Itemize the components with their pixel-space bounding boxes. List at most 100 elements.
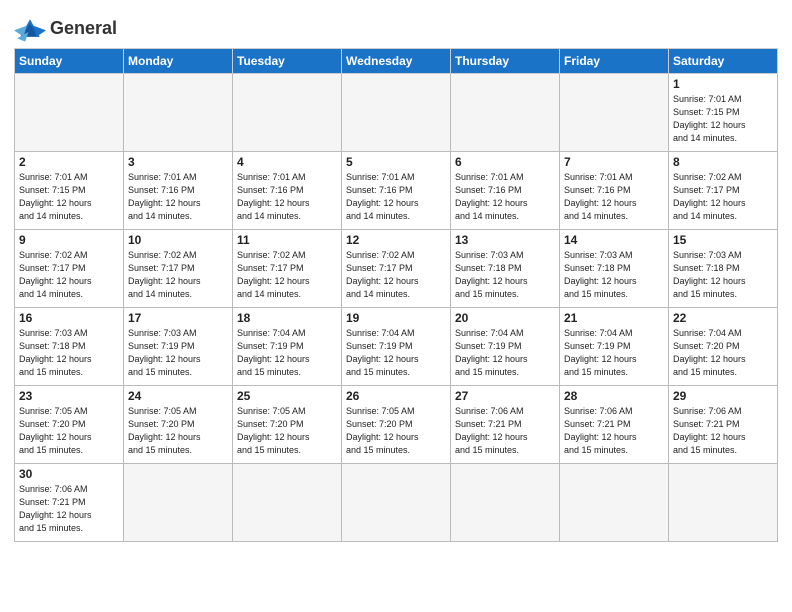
calendar-cell	[451, 464, 560, 542]
calendar-cell	[560, 464, 669, 542]
day-info: Sunrise: 7:06 AM Sunset: 7:21 PM Dayligh…	[564, 405, 664, 457]
day-info: Sunrise: 7:03 AM Sunset: 7:18 PM Dayligh…	[564, 249, 664, 301]
weekday-header-wednesday: Wednesday	[342, 49, 451, 74]
calendar-cell: 4Sunrise: 7:01 AM Sunset: 7:16 PM Daylig…	[233, 152, 342, 230]
calendar-cell	[560, 74, 669, 152]
calendar-cell: 23 Sunrise: 7:05 AM Sunset: 7:20 PM Dayli…	[15, 386, 124, 464]
calendar-cell: 1 Sunrise: 7:01 AM Sunset: 7:15 PM Daylig…	[669, 74, 778, 152]
week-row-6: 30 Sunrise: 7:06 AM Sunset: 7:21 PM Dayli…	[15, 464, 778, 542]
day-number: 30	[19, 467, 119, 481]
day-info: Sunrise: 7:05 AM Sunset: 7:20 PM Dayligh…	[19, 405, 119, 457]
weekday-header-sunday: Sunday	[15, 49, 124, 74]
day-info: Sunrise: 7:05 AM Sunset: 7:20 PM Dayligh…	[237, 405, 337, 457]
calendar-cell	[233, 74, 342, 152]
day-info: Sunrise: 7:01 AM Sunset: 7:16 PM Dayligh…	[237, 171, 337, 223]
day-number: 19	[346, 311, 446, 325]
day-number: 2	[19, 155, 119, 169]
day-number: 28	[564, 389, 664, 403]
day-number: 3	[128, 155, 228, 169]
calendar-cell: 5Sunrise: 7:01 AM Sunset: 7:16 PM Daylig…	[342, 152, 451, 230]
day-info: Sunrise: 7:01 AM Sunset: 7:16 PM Dayligh…	[564, 171, 664, 223]
calendar-cell: 13Sunrise: 7:03 AM Sunset: 7:18 PM Dayli…	[451, 230, 560, 308]
day-info: Sunrise: 7:06 AM Sunset: 7:21 PM Dayligh…	[673, 405, 773, 457]
calendar-cell	[669, 464, 778, 542]
calendar-cell: 12 Sunrise: 7:02 AM Sunset: 7:17 PM Dayli…	[342, 230, 451, 308]
week-row-1: 1 Sunrise: 7:01 AM Sunset: 7:15 PM Daylig…	[15, 74, 778, 152]
calendar-cell: 22 Sunrise: 7:04 AM Sunset: 7:20 PM Dayli…	[669, 308, 778, 386]
day-info: Sunrise: 7:01 AM Sunset: 7:16 PM Dayligh…	[455, 171, 555, 223]
day-info: Sunrise: 7:03 AM Sunset: 7:18 PM Dayligh…	[673, 249, 773, 301]
day-number: 8	[673, 155, 773, 169]
day-info: Sunrise: 7:03 AM Sunset: 7:18 PM Dayligh…	[19, 327, 119, 379]
day-info: Sunrise: 7:04 AM Sunset: 7:19 PM Dayligh…	[564, 327, 664, 379]
day-info: Sunrise: 7:02 AM Sunset: 7:17 PM Dayligh…	[346, 249, 446, 301]
day-number: 26	[346, 389, 446, 403]
day-number: 11	[237, 233, 337, 247]
weekday-header-saturday: Saturday	[669, 49, 778, 74]
day-number: 21	[564, 311, 664, 325]
day-info: Sunrise: 7:02 AM Sunset: 7:17 PM Dayligh…	[128, 249, 228, 301]
day-info: Sunrise: 7:02 AM Sunset: 7:17 PM Dayligh…	[673, 171, 773, 223]
calendar-cell: 3 Sunrise: 7:01 AM Sunset: 7:16 PM Daylig…	[124, 152, 233, 230]
week-row-2: 2Sunrise: 7:01 AM Sunset: 7:15 PM Daylig…	[15, 152, 778, 230]
day-number: 15	[673, 233, 773, 247]
weekday-header-friday: Friday	[560, 49, 669, 74]
day-number: 24	[128, 389, 228, 403]
week-row-4: 16 Sunrise: 7:03 AM Sunset: 7:18 PM Dayli…	[15, 308, 778, 386]
calendar-cell: 25 Sunrise: 7:05 AM Sunset: 7:20 PM Dayli…	[233, 386, 342, 464]
day-number: 20	[455, 311, 555, 325]
calendar-cell	[124, 74, 233, 152]
day-info: Sunrise: 7:02 AM Sunset: 7:17 PM Dayligh…	[237, 249, 337, 301]
calendar-cell: 18Sunrise: 7:04 AM Sunset: 7:19 PM Dayli…	[233, 308, 342, 386]
calendar-cell	[15, 74, 124, 152]
day-number: 23	[19, 389, 119, 403]
calendar-cell: 17 Sunrise: 7:03 AM Sunset: 7:19 PM Dayli…	[124, 308, 233, 386]
day-number: 12	[346, 233, 446, 247]
calendar-cell: 15 Sunrise: 7:03 AM Sunset: 7:18 PM Dayli…	[669, 230, 778, 308]
day-info: Sunrise: 7:04 AM Sunset: 7:19 PM Dayligh…	[237, 327, 337, 379]
header-area: General	[14, 10, 778, 42]
day-info: Sunrise: 7:02 AM Sunset: 7:17 PM Dayligh…	[19, 249, 119, 301]
day-number: 7	[564, 155, 664, 169]
calendar-cell: 26 Sunrise: 7:05 AM Sunset: 7:20 PM Dayli…	[342, 386, 451, 464]
calendar-cell: 27Sunrise: 7:06 AM Sunset: 7:21 PM Dayli…	[451, 386, 560, 464]
day-info: Sunrise: 7:04 AM Sunset: 7:20 PM Dayligh…	[673, 327, 773, 379]
logo-icon	[14, 14, 46, 42]
day-info: Sunrise: 7:04 AM Sunset: 7:19 PM Dayligh…	[455, 327, 555, 379]
day-info: Sunrise: 7:05 AM Sunset: 7:20 PM Dayligh…	[346, 405, 446, 457]
day-info: Sunrise: 7:01 AM Sunset: 7:16 PM Dayligh…	[128, 171, 228, 223]
calendar-cell: 20 Sunrise: 7:04 AM Sunset: 7:19 PM Dayli…	[451, 308, 560, 386]
calendar-cell: 28 Sunrise: 7:06 AM Sunset: 7:21 PM Dayli…	[560, 386, 669, 464]
calendar-cell: 8 Sunrise: 7:02 AM Sunset: 7:17 PM Daylig…	[669, 152, 778, 230]
calendar-cell: 21 Sunrise: 7:04 AM Sunset: 7:19 PM Dayli…	[560, 308, 669, 386]
day-info: Sunrise: 7:01 AM Sunset: 7:15 PM Dayligh…	[673, 93, 773, 145]
day-number: 16	[19, 311, 119, 325]
day-info: Sunrise: 7:06 AM Sunset: 7:21 PM Dayligh…	[19, 483, 119, 535]
day-info: Sunrise: 7:03 AM Sunset: 7:19 PM Dayligh…	[128, 327, 228, 379]
calendar-cell: 16 Sunrise: 7:03 AM Sunset: 7:18 PM Dayli…	[15, 308, 124, 386]
page: General SundayMondayTuesdayWednesdayThur…	[0, 0, 792, 612]
week-row-3: 9 Sunrise: 7:02 AM Sunset: 7:17 PM Daylig…	[15, 230, 778, 308]
calendar-cell: 24Sunrise: 7:05 AM Sunset: 7:20 PM Dayli…	[124, 386, 233, 464]
logo-text: General	[50, 19, 117, 37]
day-number: 10	[128, 233, 228, 247]
day-number: 17	[128, 311, 228, 325]
day-number: 22	[673, 311, 773, 325]
day-number: 1	[673, 77, 773, 91]
day-number: 5	[346, 155, 446, 169]
calendar-cell: 29Sunrise: 7:06 AM Sunset: 7:21 PM Dayli…	[669, 386, 778, 464]
logo: General	[14, 10, 117, 42]
calendar-cell: 6 Sunrise: 7:01 AM Sunset: 7:16 PM Daylig…	[451, 152, 560, 230]
day-number: 25	[237, 389, 337, 403]
day-number: 6	[455, 155, 555, 169]
day-number: 9	[19, 233, 119, 247]
calendar-cell: 14Sunrise: 7:03 AM Sunset: 7:18 PM Dayli…	[560, 230, 669, 308]
calendar-cell	[342, 464, 451, 542]
day-info: Sunrise: 7:06 AM Sunset: 7:21 PM Dayligh…	[455, 405, 555, 457]
calendar-table: SundayMondayTuesdayWednesdayThursdayFrid…	[14, 48, 778, 542]
week-row-5: 23 Sunrise: 7:05 AM Sunset: 7:20 PM Dayli…	[15, 386, 778, 464]
weekday-header-thursday: Thursday	[451, 49, 560, 74]
calendar-cell: 9 Sunrise: 7:02 AM Sunset: 7:17 PM Daylig…	[15, 230, 124, 308]
calendar-cell	[451, 74, 560, 152]
day-info: Sunrise: 7:04 AM Sunset: 7:19 PM Dayligh…	[346, 327, 446, 379]
